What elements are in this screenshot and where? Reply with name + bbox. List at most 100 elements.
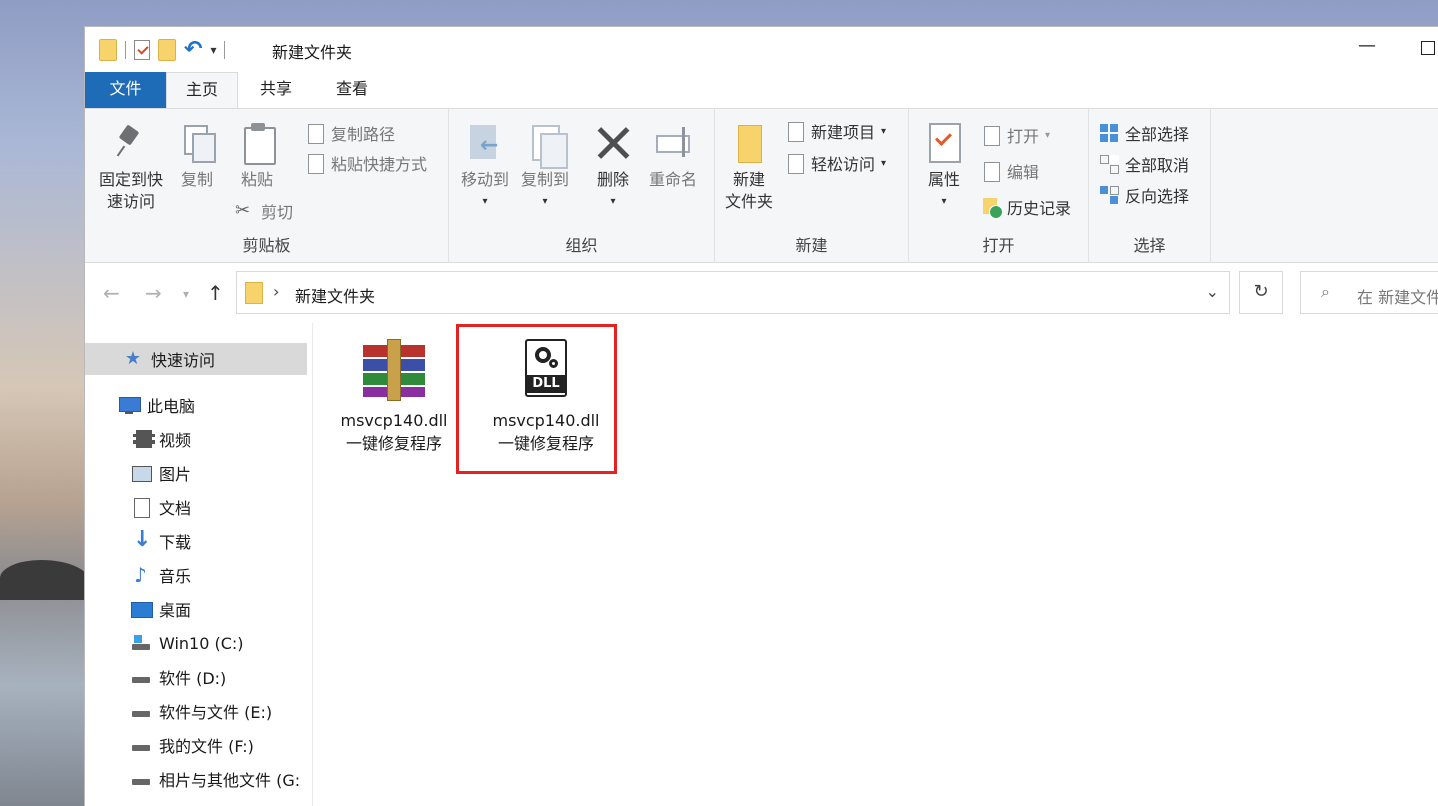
open-icon xyxy=(981,125,1001,146)
breadcrumb-current-folder[interactable]: 新建文件夹 xyxy=(295,283,375,307)
invert-selection-button[interactable]: 反向选择 xyxy=(1099,183,1189,207)
cut-button[interactable]: ✂ 剪切 xyxy=(235,199,293,223)
winrar-archive-icon xyxy=(359,339,429,403)
nav-item-label: 文档 xyxy=(159,499,192,518)
folder-icon xyxy=(245,282,263,304)
chevron-down-icon: ▾ xyxy=(482,196,488,207)
nav-item-label: Win10 (C:) xyxy=(159,633,244,653)
new-folder-button[interactable]: 新建 文件夹 xyxy=(719,123,779,213)
new-folder-qat-icon[interactable] xyxy=(158,39,176,61)
address-bar[interactable]: › 新建文件夹 ⌄ xyxy=(236,271,1230,314)
nav-item-quick-access[interactable]: ★ 快速访问 xyxy=(85,343,307,375)
paste-button[interactable]: 粘贴 xyxy=(235,123,279,191)
file-name-line1: msvcp140.dll xyxy=(340,411,448,430)
chevron-down-icon[interactable]: ⌄ xyxy=(1206,282,1219,301)
customize-toolbar-chevron-icon[interactable]: ▾ xyxy=(210,43,216,57)
edit-button[interactable]: 编辑 xyxy=(981,159,1039,183)
file-name-line2: 一键修复程序 xyxy=(345,434,442,453)
search-icon: ⌕ xyxy=(1321,282,1330,301)
new-item-button[interactable]: 新建项目 ▾ xyxy=(785,119,886,143)
window-title: 新建文件夹 xyxy=(272,43,353,62)
nav-item-label: 视频 xyxy=(159,431,192,450)
desktop-icon xyxy=(131,599,153,619)
drive-icon xyxy=(131,701,151,721)
select-none-icon xyxy=(1099,154,1119,174)
nav-item-documents[interactable]: 文档 xyxy=(131,491,191,523)
new-group: 新建 文件夹 新建项目 ▾ 轻松访问 ▾ 新建 xyxy=(715,109,909,264)
nav-item-downloads[interactable]: 下载 xyxy=(131,525,191,557)
chevron-down-icon: ▾ xyxy=(542,196,548,207)
move-to-label: 移动到 xyxy=(460,170,509,189)
nav-item-music[interactable]: 音乐 xyxy=(131,559,191,591)
open-button[interactable]: 打开 ▾ xyxy=(981,123,1050,147)
nav-item-label: 我的文件 (F:) xyxy=(159,737,254,756)
easy-access-button[interactable]: 轻松访问 ▾ xyxy=(785,151,886,175)
history-button[interactable]: 历史记录 xyxy=(981,195,1071,219)
nav-item-label: 相片与其他文件 (G: xyxy=(159,771,301,790)
download-icon xyxy=(131,527,151,552)
nav-item-desktop[interactable]: 桌面 xyxy=(131,593,191,625)
nav-item-drive-e[interactable]: 软件与文件 (E:) xyxy=(131,695,272,727)
paste-shortcut-button[interactable]: 粘贴快捷方式 xyxy=(305,151,427,175)
properties-button[interactable]: 属性 ▾ xyxy=(919,123,969,213)
scissors-icon: ✂ xyxy=(235,200,251,221)
refresh-button[interactable]: ↻ xyxy=(1239,271,1283,314)
nav-item-label: 下载 xyxy=(159,533,192,552)
new-folder-label-line2: 文件夹 xyxy=(724,192,773,211)
undo-icon[interactable]: ↶ xyxy=(184,39,202,61)
minimize-button[interactable]: — xyxy=(1358,35,1376,56)
nav-item-drive-g[interactable]: 相片与其他文件 (G: xyxy=(131,763,311,795)
chevron-down-icon: ▾ xyxy=(881,125,887,137)
tab-share[interactable]: 共享 xyxy=(238,72,314,108)
rename-button[interactable]: 重命名 xyxy=(645,123,701,191)
copy-icon xyxy=(180,123,216,163)
nav-item-drive-d[interactable]: 软件 (D:) xyxy=(131,661,226,693)
rename-icon xyxy=(656,123,690,163)
select-group: 全部选择 全部取消 反向选择 选择 xyxy=(1089,109,1211,264)
breadcrumb-chevron-icon[interactable]: › xyxy=(273,282,279,301)
nav-item-label: 软件 (D:) xyxy=(159,669,227,688)
nav-item-label: 软件与文件 (E:) xyxy=(159,703,273,722)
copy-button[interactable]: 复制 xyxy=(175,123,219,191)
nav-item-this-pc[interactable]: 此电脑 xyxy=(119,389,195,421)
delete-button[interactable]: 删除 ▾ xyxy=(589,123,637,213)
tab-file[interactable]: 文件 xyxy=(85,72,166,108)
pin-to-quick-access-button[interactable]: 固定到快 速访问 xyxy=(93,123,169,213)
back-arrow-icon[interactable]: ← xyxy=(103,281,120,305)
copy-path-icon xyxy=(305,123,325,144)
file-item-winrar-archive[interactable]: msvcp140.dll 一键修复程序 xyxy=(324,339,464,455)
video-icon xyxy=(131,429,155,449)
nav-item-drive-f[interactable]: 我的文件 (F:) xyxy=(131,729,254,761)
copy-to-label: 复制到 xyxy=(520,170,569,189)
nav-item-videos[interactable]: 视频 xyxy=(131,423,191,455)
tab-view[interactable]: 查看 xyxy=(314,72,390,108)
search-input[interactable]: ⌕ 在 新建文件夹 xyxy=(1300,271,1438,314)
up-arrow-icon[interactable]: ↑ xyxy=(207,281,224,305)
maximize-button[interactable] xyxy=(1421,41,1435,55)
nav-item-label: 此电脑 xyxy=(147,397,196,416)
delete-icon xyxy=(596,123,630,163)
tab-home[interactable]: 主页 xyxy=(166,72,238,108)
copy-to-button[interactable]: 复制到 ▾ xyxy=(517,123,573,213)
music-icon xyxy=(131,563,151,587)
folder-icon xyxy=(99,39,117,61)
windows-drive-icon xyxy=(131,633,151,653)
invert-selection-label: 反向选择 xyxy=(1125,187,1190,206)
forward-arrow-icon[interactable]: → xyxy=(145,281,162,305)
pin-label-line1: 固定到快 xyxy=(98,170,163,189)
copy-path-button[interactable]: 复制路径 xyxy=(305,121,395,145)
open-group-label: 打开 xyxy=(982,236,1015,255)
easy-access-label: 轻松访问 xyxy=(811,155,876,174)
paste-label: 粘贴 xyxy=(240,170,273,189)
properties-qat-icon[interactable] xyxy=(134,40,150,60)
move-to-button[interactable]: 移动到 ▾ xyxy=(457,123,513,213)
desktop-background-hill xyxy=(0,560,90,600)
star-icon: ★ xyxy=(124,348,142,369)
properties-label: 属性 xyxy=(927,170,960,189)
select-none-button[interactable]: 全部取消 xyxy=(1099,152,1189,176)
nav-item-pictures[interactable]: 图片 xyxy=(131,457,191,489)
recent-locations-chevron-icon[interactable]: ▾ xyxy=(183,287,189,301)
nav-item-drive-c[interactable]: Win10 (C:) xyxy=(131,627,244,659)
edit-icon xyxy=(981,161,1001,182)
select-all-button[interactable]: 全部选择 xyxy=(1099,121,1189,145)
